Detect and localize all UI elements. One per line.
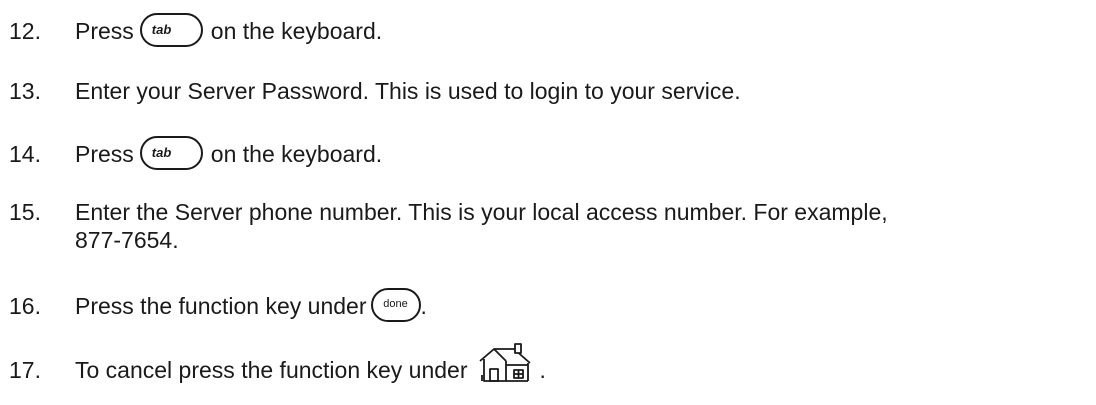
step-12: 12. Press tab on the keyboard. [9, 12, 383, 47]
step-17: 17. To cancel press the function key unde… [9, 343, 546, 391]
step-number: 15. [9, 199, 41, 225]
step-number: 16. [9, 293, 41, 319]
home-icon [478, 343, 536, 391]
step-text: Press [75, 18, 134, 44]
tab-key-icon: tab [139, 135, 203, 170]
step-text: Enter your Server Password. This is used… [75, 78, 741, 104]
step-13: 13. Enter your Server Password. This is u… [9, 75, 741, 107]
step-number: 13. [9, 78, 41, 104]
step-text: To cancel press the function key under [75, 357, 468, 384]
step-text: Enter the Server phone number. This is y… [75, 199, 888, 225]
step-text: . [420, 293, 427, 319]
step-14: 14. Press tab on the keyboard. [9, 135, 383, 170]
step-text: on the keyboard. [210, 18, 383, 44]
done-key-icon: done [370, 287, 421, 322]
step-number: 14. [9, 141, 41, 167]
step-number: 17. [9, 357, 41, 384]
step-text: Press the function key under [75, 293, 367, 319]
step-text: on the keyboard. [210, 141, 383, 167]
tab-key-icon: tab [139, 12, 203, 47]
step-16: 16. Press the function key under done. [9, 287, 427, 322]
step-text: Press [75, 141, 134, 167]
step-15-continuation: 877-7654. [75, 227, 179, 253]
step-text: . [539, 357, 546, 384]
step-number: 12. [9, 18, 41, 44]
